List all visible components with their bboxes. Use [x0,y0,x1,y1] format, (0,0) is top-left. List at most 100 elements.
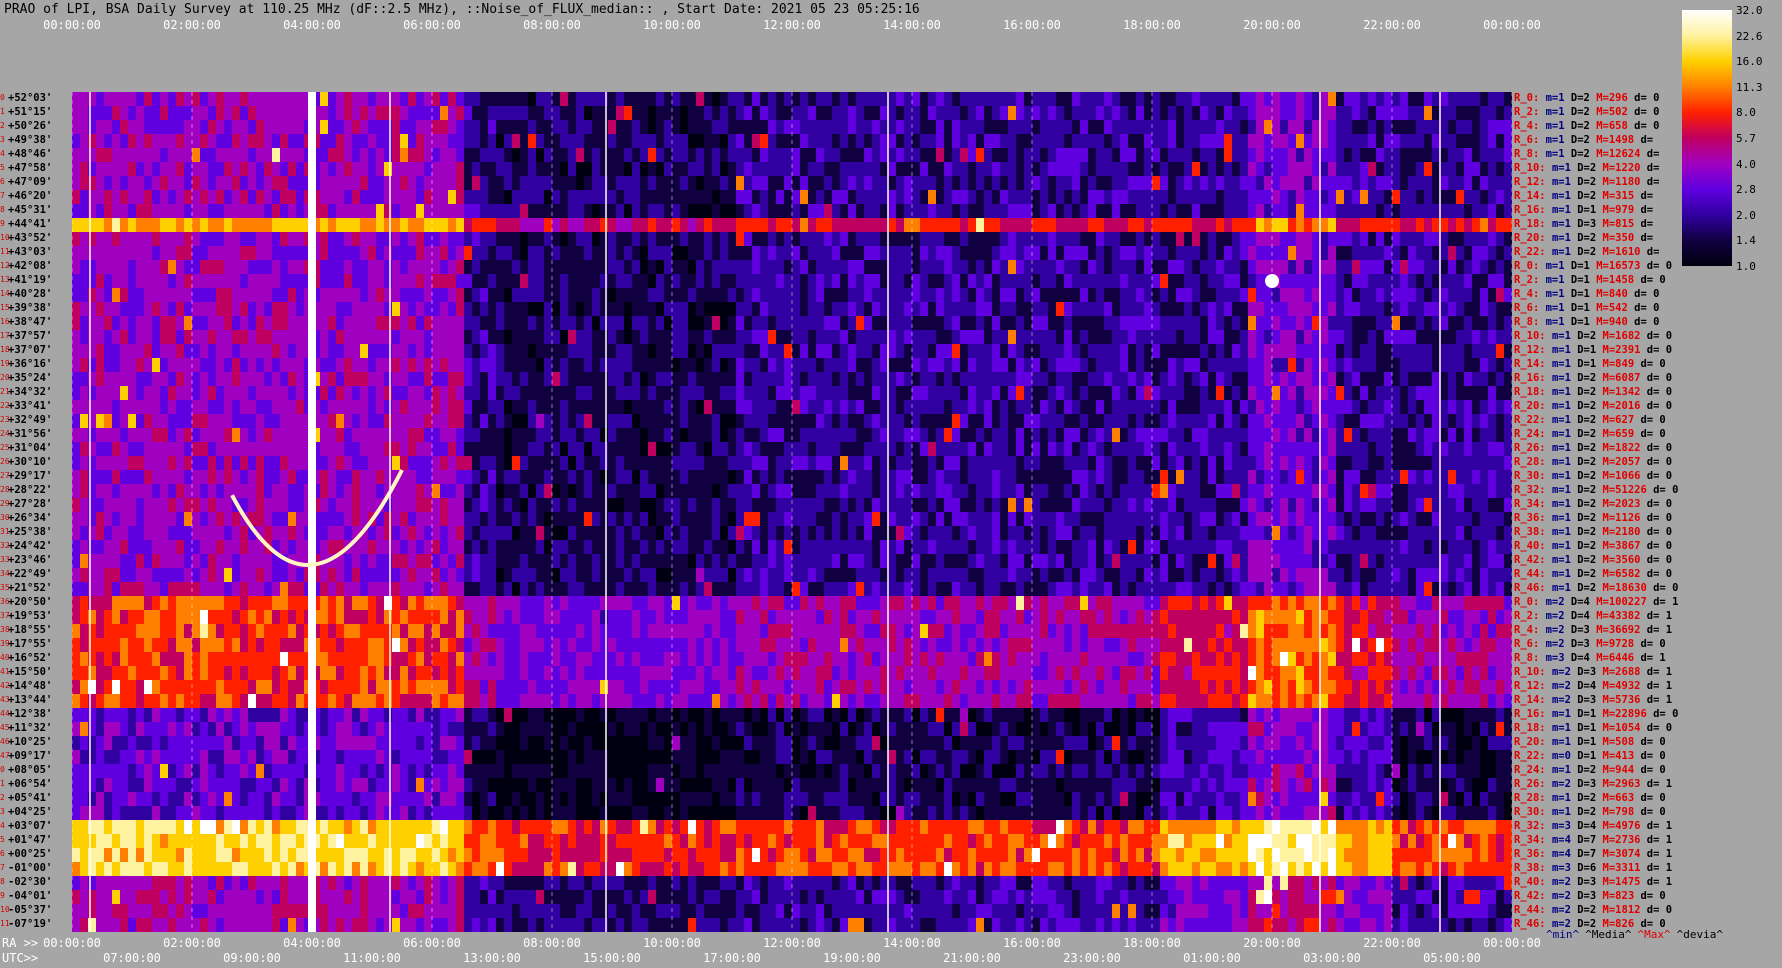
stat-m: m=1 [1551,554,1578,566]
top-tick: 18:00:00 [1123,18,1181,32]
stat-row: R_30: m=1 D=2 M=1066 d= 0 [1514,470,1678,482]
stat-d: D=4 [1570,652,1597,664]
stat-d: d= 0 [1634,288,1666,300]
declination-label: +16°52' [8,652,53,664]
stat-d: d= 1 [1646,610,1679,622]
declination-label: +20°50' [8,596,53,608]
stat-r: R_30: [1514,806,1552,818]
bottom-ra-tick: 22:00:00 [1363,936,1421,950]
stat-row: R_12: m=1 D=1 M=2391 d= 0 [1514,344,1678,356]
stat-m: m=3 [1551,820,1578,832]
stat-m: m=1 [1551,190,1578,202]
stat-m: m=1 [1545,288,1571,300]
stat-d: d= 0 [1646,260,1679,272]
stat-max: M=2736 [1602,834,1647,846]
stat-d: d= 0 [1634,120,1666,132]
declination-label: +24°42' [8,540,53,552]
row-index: 8 [0,877,5,886]
stat-d: d= [1646,246,1666,258]
bottom-ra-tick: 12:00:00 [763,936,821,950]
stat-row: R_24: m=1 D=2 M=944 d= 0 [1514,764,1672,776]
stat-m: m=1 [1551,470,1578,482]
stat-d: d= 0 [1640,806,1673,818]
stat-row: R_20: m=1 D=2 M=350 d= [1514,232,1659,244]
stat-max: M=1610 [1602,246,1647,258]
stat-max: M=12624 [1596,148,1647,160]
stat-max: M=100227 [1596,596,1654,608]
stat-max: M=51226 [1602,484,1654,496]
stat-m: m=1 [1551,176,1578,188]
stat-d: D=1 [1577,750,1603,762]
stat-d: D=1 [1577,358,1603,370]
stat-r: R_24: [1514,764,1552,776]
declination-label: +12°38' [8,708,53,720]
bottom-ra-tick: 08:00:00 [523,936,581,950]
stat-row: R_26: m=2 D=3 M=2963 d= 1 [1514,778,1678,790]
legend-key: ^min^ [1546,928,1580,941]
stat-r: R_4: [1514,120,1546,132]
stat-d: D=7 [1577,848,1603,860]
stat-r: R_26: [1514,442,1552,454]
row-index: 3 [0,807,5,816]
declination-label: +45°31' [8,204,53,216]
legend-key: ^devia^ [1676,928,1723,941]
colorbar-tick: 4.0 [1736,157,1756,171]
stat-max: M=3560 [1602,554,1647,566]
stat-max: M=6087 [1602,372,1647,384]
top-tick: 00:00:00 [1483,18,1541,32]
stat-r: R_12: [1514,344,1552,356]
stat-r: R_32: [1514,484,1552,496]
colorbar-tick: 8.0 [1736,106,1756,120]
stat-d: D=1 [1570,274,1597,286]
declination-label: +10°25' [8,736,53,748]
stat-max: M=1498 [1596,134,1641,146]
stat-r: R_10: [1514,162,1552,174]
stat-d: d= 0 [1640,414,1673,426]
stat-r: R_4: [1514,288,1546,300]
stat-r: R_0: [1514,596,1546,608]
stat-max: M=2023 [1602,498,1647,510]
stat-max: M=6582 [1602,568,1647,580]
stat-row: R_32: m=1 D=2 M=51226 d= 0 [1514,484,1685,496]
stat-d: D=1 [1570,316,1597,328]
stat-r: R_20: [1514,232,1552,244]
stat-m: m=1 [1545,274,1571,286]
bottom-ra-tick: 02:00:00 [163,936,221,950]
row-index: 7 [0,191,5,200]
stat-d: D=2 [1577,372,1603,384]
stat-max: M=542 [1596,302,1635,314]
declination-label: +37°57' [8,330,53,342]
bottom-utc-tick: 01:00:00 [1183,951,1241,965]
stat-d: d= 0 [1640,736,1673,748]
declination-label: +17°55' [8,638,53,650]
stat-m: m=2 [1551,666,1578,678]
stat-m: m=1 [1551,540,1578,552]
stat-max: M=798 [1602,806,1641,818]
declination-label: +11°32' [8,722,53,734]
stat-d: D=2 [1570,106,1597,118]
stat-max: M=5736 [1602,694,1647,706]
declination-label: +26°34' [8,512,53,524]
colorbar-tick: 1.4 [1736,234,1756,248]
bottom-ra-tick: 18:00:00 [1123,936,1181,950]
stat-max: M=1682 [1602,330,1647,342]
stat-d: D=2 [1577,400,1603,412]
stat-r: R_8: [1514,316,1546,328]
bottom-utc-tick: 15:00:00 [583,951,641,965]
stat-d: d= 0 [1646,554,1679,566]
declination-label: +27°28' [8,498,53,510]
stat-m: m=3 [1551,862,1578,874]
heatmap-svg [72,92,1512,932]
stat-m: m=1 [1551,736,1578,748]
stat-d: D=2 [1577,806,1603,818]
stat-m: m=3 [1545,652,1571,664]
stat-max: M=36692 [1596,624,1647,636]
stat-row: R_16: m=1 D=2 M=6087 d= 0 [1514,372,1678,384]
bottom-utc-tick: 13:00:00 [463,951,521,965]
stat-row: R_42: m=2 D=3 M=823 d= 0 [1514,890,1672,902]
stat-d: D=6 [1577,862,1603,874]
stat-max: M=1126 [1602,512,1647,524]
stat-m: m=1 [1551,218,1578,230]
stat-row: R_20: m=1 D=1 M=508 d= 0 [1514,736,1672,748]
declination-label: +21°52' [8,582,53,594]
